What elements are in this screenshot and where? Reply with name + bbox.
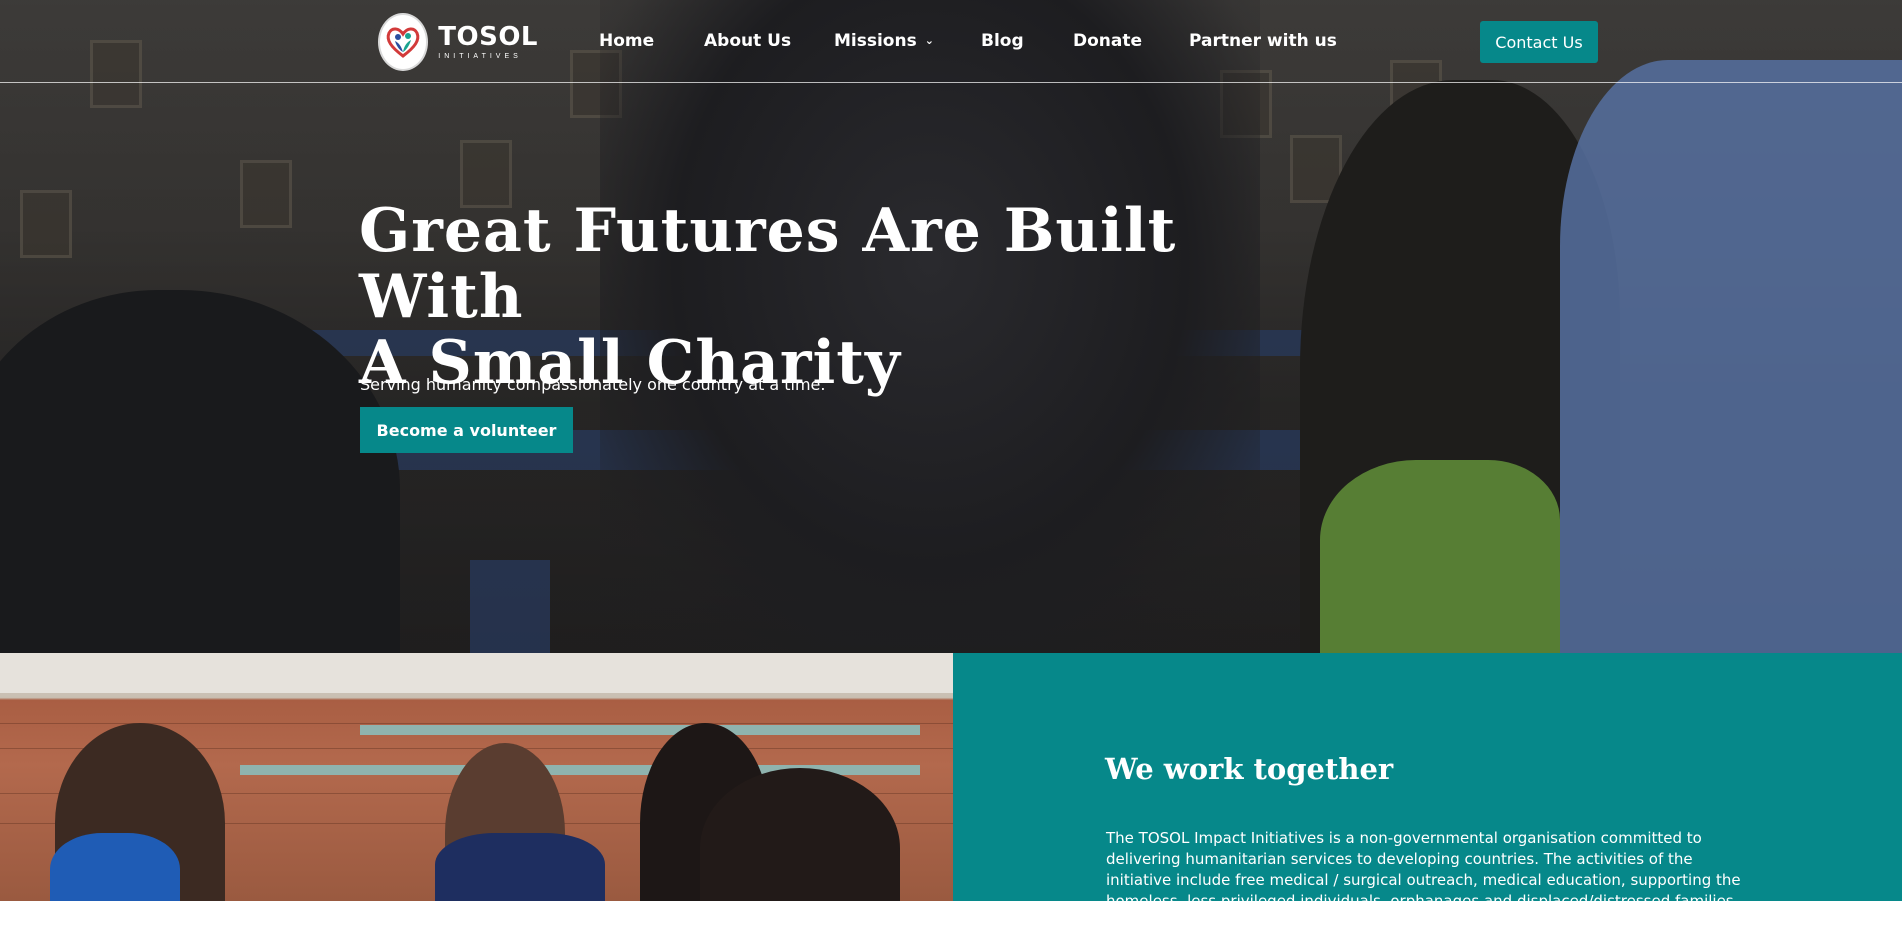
about-title: We work together: [1105, 752, 1394, 786]
person-figure: [435, 833, 605, 901]
about-body: The TOSOL Impact Initiatives is a non-go…: [1106, 829, 1741, 931]
wall-pipe: [360, 725, 920, 735]
nav-about-us[interactable]: About Us: [704, 31, 791, 51]
site-logo[interactable]: TOSOL INITIATIVES: [378, 12, 538, 72]
ceiling-beam: [0, 653, 953, 693]
nav-partner-with-us[interactable]: Partner with us: [1189, 31, 1337, 51]
top-navbar: TOSOL INITIATIVES Home About Us Missions…: [0, 0, 1902, 83]
heart-people-icon: [378, 13, 429, 71]
become-volunteer-button[interactable]: Become a volunteer: [360, 407, 573, 453]
hero-subtitle: Serving humanity compassionately one cou…: [360, 375, 826, 394]
nav-missions-label: Missions: [834, 31, 917, 51]
brand-tagline: INITIATIVES: [438, 53, 522, 60]
person-silhouette: [1320, 460, 1560, 653]
chevron-down-icon: ⌄: [924, 34, 934, 47]
nav-missions[interactable]: Missions ⌄: [834, 31, 934, 51]
nav-home[interactable]: Home: [599, 31, 654, 51]
hero-section: TOSOL INITIATIVES Home About Us Missions…: [0, 0, 1902, 653]
wall-block: [20, 190, 72, 258]
brand-name: TOSOL: [438, 22, 538, 52]
person-figure: [50, 833, 180, 901]
volunteers-photo: [0, 653, 953, 901]
nav-donate[interactable]: Donate: [1073, 31, 1142, 51]
wall-block: [240, 160, 292, 228]
hero-title-line1: Great Futures Are Built With: [359, 196, 1177, 332]
hero-title: Great Futures Are Built With A Small Char…: [359, 198, 1259, 396]
contact-us-button[interactable]: Contact Us: [1480, 21, 1598, 63]
bench-leg: [470, 560, 550, 653]
person-silhouette: [1560, 60, 1902, 653]
nav-blog[interactable]: Blog: [981, 31, 1024, 51]
